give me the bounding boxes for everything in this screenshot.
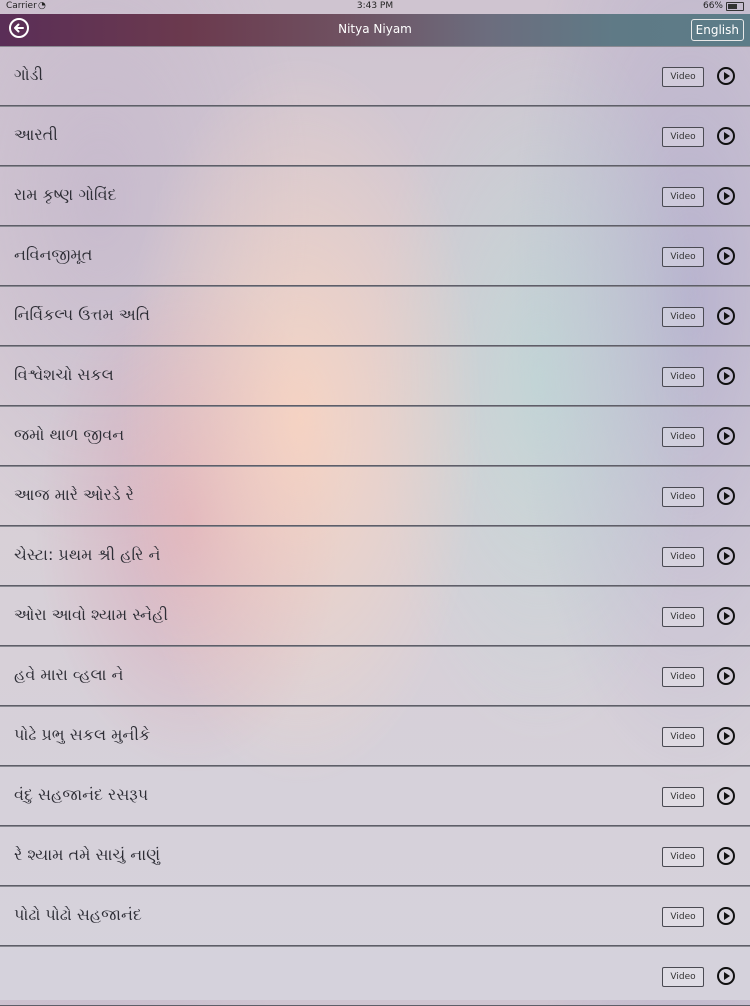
video-button[interactable]: Video xyxy=(662,967,704,987)
video-button[interactable]: Video xyxy=(662,667,704,687)
battery-icon xyxy=(726,1,744,11)
list-item-label: રામ કૃષ્ણ ગોવિંદ xyxy=(14,185,117,204)
play-button[interactable] xyxy=(717,727,735,745)
video-button[interactable]: Video xyxy=(662,847,704,867)
video-button[interactable]: Video xyxy=(662,187,704,207)
play-button[interactable] xyxy=(717,187,735,205)
play-icon xyxy=(724,972,730,980)
language-button[interactable]: English xyxy=(690,19,744,41)
play-icon xyxy=(724,732,730,740)
list-item[interactable]: વિશ્વેશચો સકલ Video xyxy=(0,346,750,406)
list-item[interactable]: Video xyxy=(0,946,750,1006)
play-button[interactable] xyxy=(717,967,735,985)
list-item-label: જમો થાળ જીવન xyxy=(14,425,125,444)
list-item-label: પોઢો પોઢો સહજાનંદ xyxy=(14,905,142,924)
list-item-label: નિર્વિકલ્પ ઉત્તમ અતિ xyxy=(14,305,151,324)
list-item[interactable]: વંદુ સહજાનંદ રસરૂપ Video xyxy=(0,766,750,826)
list-item[interactable]: આજ મારે ઓરડે રે Video xyxy=(0,466,750,526)
play-icon xyxy=(724,372,730,380)
list-item[interactable]: જમો થાળ જીવન Video xyxy=(0,406,750,466)
video-button[interactable]: Video xyxy=(662,427,704,447)
play-button[interactable] xyxy=(717,907,735,925)
video-button[interactable]: Video xyxy=(662,367,704,387)
play-button[interactable] xyxy=(717,247,735,265)
video-button[interactable]: Video xyxy=(662,727,704,747)
play-button[interactable] xyxy=(717,547,735,565)
play-button[interactable] xyxy=(717,847,735,865)
list-item-label: ગોડી xyxy=(14,65,44,84)
play-icon xyxy=(724,492,730,500)
play-button[interactable] xyxy=(717,487,735,505)
list-item-label: આજ મારે ઓરડે રે xyxy=(14,485,134,504)
video-button[interactable]: Video xyxy=(662,307,704,327)
list-item[interactable]: રામ કૃષ્ણ ગોવિંદ Video xyxy=(0,166,750,226)
list-item[interactable]: હવે મારા વ્હલા ને Video xyxy=(0,646,750,706)
list-item[interactable]: ગોડી Video xyxy=(0,46,750,106)
play-icon xyxy=(724,612,730,620)
list-item-label: વંદુ સહજાનંદ રસરૂપ xyxy=(14,785,149,804)
battery-percent: 66% xyxy=(702,1,723,11)
page-title: Nitya Niyam xyxy=(338,22,412,36)
play-icon xyxy=(724,312,730,320)
play-icon xyxy=(724,432,730,440)
video-button[interactable]: Video xyxy=(662,247,704,267)
list-item[interactable]: પોઢો પોઢો સહજાનંદ Video xyxy=(0,886,750,946)
video-button[interactable]: Video xyxy=(662,607,704,627)
play-button[interactable] xyxy=(717,667,735,685)
play-button[interactable] xyxy=(717,607,735,625)
list-item-label: વિશ્વેશચો સકલ xyxy=(14,365,114,384)
video-button[interactable]: Video xyxy=(662,67,704,87)
play-icon xyxy=(724,672,730,680)
play-button[interactable] xyxy=(717,307,735,325)
status-bar: Carrier ◔ 3:43 PM 66% xyxy=(0,0,750,14)
list-item[interactable]: ઓરા આવો શ્યામ સ્નેહી Video xyxy=(0,586,750,646)
play-icon xyxy=(724,192,730,200)
list-item-label: હવે મારા વ્હલા ને xyxy=(14,665,124,684)
list-item[interactable]: આરતી Video xyxy=(0,106,750,166)
play-icon xyxy=(724,552,730,560)
video-button[interactable]: Video xyxy=(662,907,704,927)
play-icon xyxy=(724,792,730,800)
list-item[interactable]: રે શ્યામ તમે સાચું નાણું Video xyxy=(0,826,750,886)
video-button[interactable]: Video xyxy=(662,487,704,507)
prayer-list: ગોડી Video આરતી Video રામ કૃષ્ણ ગોવિંદ Video ન… xyxy=(0,46,750,1006)
play-icon xyxy=(724,912,730,920)
list-item[interactable]: ચેસ્ટા: પ્રથમ શ્રી હરિ ને Video xyxy=(0,526,750,586)
play-icon xyxy=(724,852,730,860)
list-item-label: પોઢે પ્રભુ સકલ મુનીકે xyxy=(14,725,151,744)
play-button[interactable] xyxy=(717,367,735,385)
play-button[interactable] xyxy=(717,127,735,145)
video-button[interactable]: Video xyxy=(662,547,704,567)
nav-bar: Nitya Niyam English xyxy=(0,14,750,46)
list-item-label: ચેસ્ટા: પ્રથમ શ્રી હરિ ને xyxy=(14,545,161,564)
play-icon xyxy=(724,252,730,260)
play-button[interactable] xyxy=(717,67,735,85)
video-button[interactable]: Video xyxy=(662,127,704,147)
video-button[interactable]: Video xyxy=(662,787,704,807)
play-button[interactable] xyxy=(717,427,735,445)
list-item[interactable]: નિર્વિકલ્પ ઉત્તમ અતિ Video xyxy=(0,286,750,346)
list-item[interactable]: નવિનજીમૂત Video xyxy=(0,226,750,286)
play-icon xyxy=(724,132,730,140)
clock: 3:43 PM xyxy=(356,1,394,11)
list-item-label: રે શ્યામ તમે સાચું નાણું xyxy=(14,845,161,864)
list-item[interactable]: પોઢે પ્રભુ સકલ મુનીકે Video xyxy=(0,706,750,766)
list-item-label: નવિનજીમૂત xyxy=(14,245,93,264)
play-button[interactable] xyxy=(717,787,735,805)
list-item-label: ઓરા આવો શ્યામ સ્નેહી xyxy=(14,605,169,624)
play-icon xyxy=(724,72,730,80)
battery-indicator: 66% xyxy=(703,1,744,11)
list-item-label: આરતી xyxy=(14,125,58,144)
